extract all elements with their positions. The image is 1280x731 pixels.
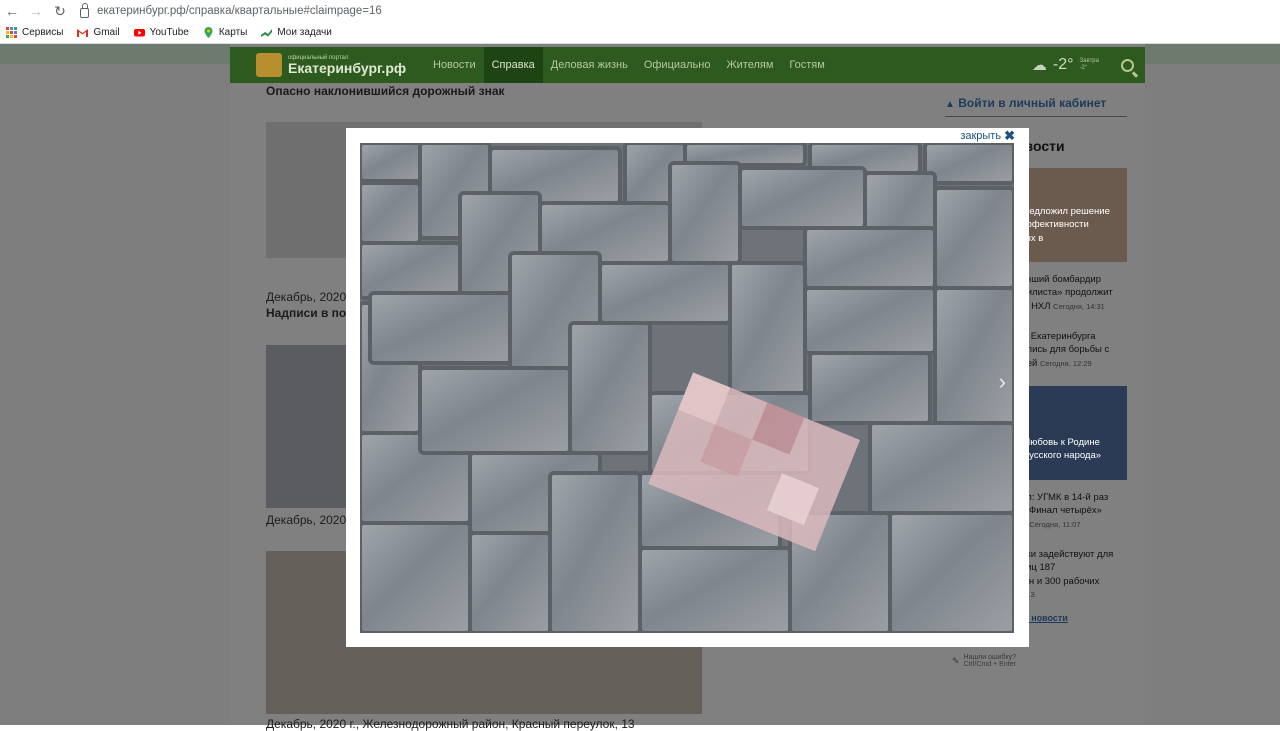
error-report-note: ✎ Нашли ошибку? Ctrl/Cmd + Enter: [952, 654, 1016, 668]
bookmark-label: Карты: [218, 27, 248, 38]
main-menu: Новости Справка Деловая жизнь Официально…: [425, 47, 833, 83]
news-text: редложил решение: [1024, 206, 1110, 217]
news-text: ники задействуют для: [1016, 549, 1114, 560]
reload-icon[interactable]: ↻: [48, 0, 72, 22]
news-item[interactable]: лучший бомбардир обилиста» продолжит у в…: [1016, 273, 1113, 313]
site-logo[interactable]: официальный портал Екатеринбург.рф: [230, 53, 425, 77]
browser-toolbar: ← → ↻ екатеринбург.рф/справка/квартальны…: [0, 0, 1280, 22]
bookmark-maps[interactable]: Карты: [203, 27, 248, 38]
gmail-icon: [77, 29, 89, 37]
weather-temp: -2°: [1052, 56, 1074, 73]
menu-item-reference[interactable]: Справка: [483, 47, 543, 83]
weather-tomorrow: Завтра -2°: [1080, 58, 1099, 71]
back-arrow-icon[interactable]: ←: [0, 0, 24, 22]
search-button[interactable]: [1109, 47, 1145, 83]
lightbox-modal: закрыть ✖ ›: [346, 128, 1029, 647]
paving-stones-photo: [360, 143, 1014, 633]
news-time: Сегодня, 12:29: [1039, 358, 1092, 368]
close-label: закрыть: [960, 130, 1002, 142]
news-item[interactable]: редложил решение ффективности ых в: [1024, 205, 1110, 245]
forward-arrow-icon[interactable]: →: [24, 0, 48, 22]
close-icon: ✖: [1004, 128, 1015, 143]
news-text: Любовь к Родине: [1024, 437, 1100, 448]
tasks-icon: [261, 29, 273, 37]
article-title[interactable]: Опасно наклонившийся дорожный знак: [266, 84, 505, 98]
lock-icon: [80, 2, 89, 18]
menu-item-official[interactable]: Официально: [636, 47, 719, 83]
bookmark-label: YouTube: [149, 27, 189, 38]
maps-pin-icon: [204, 27, 213, 38]
tomorrow-label: Завтра: [1079, 58, 1099, 65]
article-caption: Декабрь, 2020 г., Железнодорожный район,…: [266, 717, 635, 731]
menu-item-news[interactable]: Новости: [425, 47, 484, 83]
error-note-line: Нашли ошибку?: [963, 654, 1017, 661]
menu-item-business[interactable]: Деловая жизнь: [543, 47, 636, 83]
news-time: Сегодня, 14:31: [1053, 301, 1105, 311]
article-date: Декабрь, 2020: [266, 513, 347, 527]
search-icon: [1120, 58, 1134, 72]
news-text: ффективности: [1024, 219, 1089, 231]
bookmark-tasks[interactable]: Мои задачи: [261, 27, 332, 38]
url-text[interactable]: екатеринбург.рф/справка/квартальные#clai…: [97, 5, 382, 17]
weather-widget[interactable]: ☁ -2° Завтра -2°: [1032, 56, 1109, 74]
user-icon: ▲: [945, 99, 955, 110]
bookmark-label: Gmail: [93, 27, 120, 38]
bookmarks-bar: Сервисы Gmail YouTube Карты Мои задачи: [0, 22, 1280, 44]
apps-grid-icon: [6, 27, 17, 38]
youtube-icon: [133, 29, 145, 37]
error-report-icon: ✎: [952, 655, 960, 666]
bookmark-label: Сервисы: [22, 27, 64, 38]
news-item[interactable]: ники задействуют для улиц 187 шин и 300 …: [1016, 548, 1113, 601]
news-text: обилиста» продолжит: [1016, 287, 1113, 299]
news-time: Сегодня, 11:07: [1029, 519, 1081, 529]
news-image[interactable]: [1016, 386, 1127, 480]
bookmark-services[interactable]: Сервисы: [6, 27, 63, 38]
article-title-text: Надписи в под: [266, 306, 354, 320]
city-emblem-icon: [256, 53, 282, 77]
login-link-label: Войти в личный кабинет: [958, 96, 1107, 110]
bookmark-gmail[interactable]: Gmail: [77, 27, 120, 38]
news-item[interactable]: пол: УГМК в 14-й раз в «Финал четырёх» Т…: [1016, 491, 1108, 531]
menu-item-guests[interactable]: Гостям: [781, 47, 832, 83]
next-photo-arrow-icon[interactable]: ›: [999, 369, 1006, 395]
news-text: русского народа»: [1024, 450, 1102, 462]
bookmark-youtube[interactable]: YouTube: [133, 27, 189, 38]
news-item[interactable]: Любовь к Родине русского народа»: [1024, 436, 1101, 463]
close-button[interactable]: закрыть ✖: [960, 128, 1015, 144]
news-item[interactable]: ры Екатеринбурга нились для борьбы с цие…: [1016, 330, 1109, 370]
login-link[interactable]: ▲ Войти в личный кабинет: [945, 96, 1127, 117]
article-title[interactable]: Надписи в под: [266, 306, 354, 320]
error-note-line: Ctrl/Cmd + Enter: [963, 661, 1016, 668]
news-text: нились для борьбы с: [1016, 344, 1110, 356]
lightbox-photo[interactable]: ›: [360, 143, 1014, 633]
menu-item-residents[interactable]: Жителям: [718, 47, 781, 83]
bookmark-label: Мои задачи: [277, 27, 332, 38]
tomorrow-temp: -2°: [1079, 65, 1088, 71]
cloud-icon: ☁: [1031, 57, 1047, 74]
article-date: Декабрь, 2020: [266, 290, 347, 304]
address-bar[interactable]: екатеринбург.рф/справка/квартальные#clai…: [80, 2, 382, 18]
news-text: пол: УГМК в 14-й раз: [1016, 492, 1109, 503]
logo-title: Екатеринбург.рф: [288, 60, 407, 76]
site-header: официальный портал Екатеринбург.рф Новос…: [230, 47, 1145, 83]
